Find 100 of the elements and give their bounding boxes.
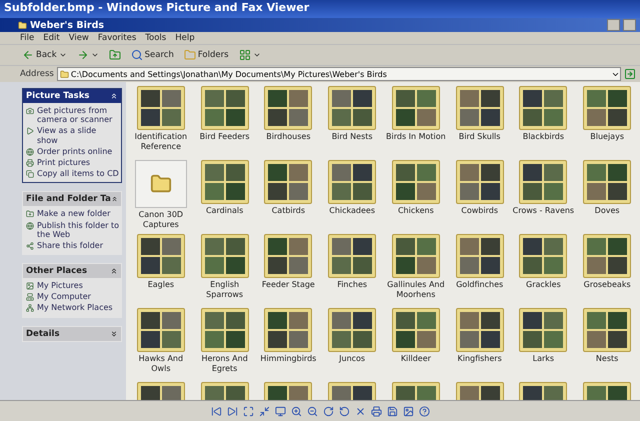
photo-placeholder (226, 312, 245, 329)
photo-placeholder (268, 183, 288, 200)
task-link[interactable]: Share this folder (26, 240, 119, 250)
folder-thumbnail[interactable] (328, 234, 376, 278)
task-link[interactable]: Publish this folder to the Web (26, 220, 119, 239)
folder-thumbnail[interactable] (264, 160, 312, 204)
folder-thumbnail[interactable] (392, 86, 440, 130)
next-icon[interactable] (226, 406, 238, 416)
folder-label: Hawks And Owls (138, 354, 184, 374)
task-link[interactable]: Get pictures from camera or scanner (26, 106, 119, 124)
task-link[interactable]: My Network Places (26, 303, 119, 313)
photo-placeholder (460, 109, 479, 126)
actual-size-icon[interactable] (258, 406, 270, 416)
go-button[interactable] (624, 68, 636, 80)
search-button[interactable]: Search (128, 46, 176, 64)
previous-icon[interactable] (210, 406, 222, 416)
photo-placeholder (544, 183, 564, 200)
photo-placeholder (587, 386, 606, 400)
folder-thumbnail[interactable] (456, 160, 504, 204)
folder-thumbnail[interactable] (200, 234, 249, 278)
task-link[interactable]: View as a slide show (26, 126, 119, 145)
folder-label: Chickadees (329, 206, 375, 216)
menu-item[interactable]: Edit (43, 33, 60, 43)
folders-button[interactable]: Folders (182, 46, 231, 64)
folder-thumbnail[interactable] (583, 86, 632, 130)
panel-header[interactable]: Picture Tasks (23, 89, 121, 103)
folder-thumbnail[interactable] (328, 308, 376, 352)
photo-placeholder (204, 109, 224, 126)
delete-icon[interactable] (354, 406, 366, 416)
menu-item[interactable]: Favorites (98, 33, 136, 43)
maximize-button[interactable] (623, 19, 636, 31)
folder-thumbnail[interactable] (200, 308, 249, 352)
photo-placeholder (204, 90, 224, 107)
menu-item[interactable]: View (68, 33, 89, 43)
folder-thumbnail[interactable] (328, 160, 376, 204)
folder-thumbnail[interactable] (200, 86, 249, 130)
photo-placeholder (480, 386, 500, 400)
folder-label: Cowbirds (461, 206, 498, 216)
folder-label: Finches (337, 280, 368, 290)
task-link[interactable]: Copy all items to CD (26, 169, 119, 178)
task-link[interactable]: Print pictures (26, 158, 119, 168)
photo-placeholder (587, 164, 606, 181)
image-icon[interactable] (402, 406, 414, 416)
folder-thumbnail[interactable] (456, 86, 504, 130)
address-field[interactable]: C:\Documents and Settings\Jonathan\My Documents\My Pictures\Weber's Birds (56, 67, 621, 81)
folder-label: Blackbirds (522, 132, 564, 142)
caret-icon (58, 51, 67, 59)
task-link[interactable]: My Computer (26, 292, 119, 302)
photo-placeholder (587, 257, 606, 274)
zoom-in-icon[interactable] (290, 406, 302, 416)
folder-thumbnail[interactable] (519, 234, 568, 278)
photo-placeholder (226, 90, 245, 107)
minimize-button[interactable] (607, 19, 620, 31)
folder-thumbnail[interactable] (136, 86, 185, 130)
folder-thumbnail[interactable] (456, 308, 504, 352)
photo-placeholder (523, 386, 542, 400)
print-icon[interactable] (370, 406, 382, 416)
task-link[interactable]: Make a new folder (26, 209, 119, 218)
panel-header[interactable]: Other Places (23, 264, 121, 278)
panel-header[interactable]: Details (23, 326, 121, 341)
folder-thumbnail[interactable] (392, 308, 440, 352)
collapse-icon (110, 92, 118, 100)
rotate-clockwise-icon[interactable] (322, 406, 334, 416)
rotate-counterclockwise-icon[interactable] (338, 406, 350, 416)
panel-header[interactable]: File and Folder Ta (23, 192, 121, 206)
photo-placeholder (353, 331, 372, 348)
menu-item[interactable]: File (20, 33, 34, 43)
folder-thumbnail[interactable] (136, 308, 185, 352)
folder-thumbnail[interactable] (264, 308, 312, 352)
folder-thumbnail[interactable] (200, 160, 249, 204)
best-fit-icon[interactable] (242, 406, 254, 416)
image-icon (26, 282, 34, 290)
task-link[interactable]: My Pictures (26, 281, 119, 290)
folder-icon (18, 20, 27, 30)
folder-thumbnail[interactable] (519, 86, 568, 130)
photo-placeholder (332, 183, 352, 200)
copy-icon (26, 170, 34, 178)
caret-icon (90, 51, 99, 59)
folder-thumbnail[interactable] (264, 86, 312, 130)
folder-thumbnail[interactable] (264, 234, 312, 278)
task-link[interactable]: Order prints online (26, 146, 119, 156)
folder-thumbnail[interactable] (136, 234, 185, 278)
slideshow-icon[interactable] (274, 406, 286, 416)
save-icon[interactable] (386, 406, 398, 416)
folder-thumbnail[interactable] (519, 160, 568, 204)
folder-thumbnail[interactable] (583, 160, 632, 204)
folder-thumbnail[interactable] (583, 308, 632, 352)
folder-thumbnail[interactable] (392, 234, 440, 278)
menu-item[interactable]: Tools (145, 33, 166, 43)
back-button[interactable]: Back (20, 46, 69, 64)
folder-thumbnail[interactable] (519, 308, 568, 352)
folder-thumbnail[interactable] (392, 160, 440, 204)
menu-item[interactable]: Help (175, 33, 195, 43)
help-icon[interactable] (418, 406, 430, 416)
photo-placeholder (416, 312, 436, 329)
folder-thumbnail[interactable] (583, 234, 632, 278)
folder-thumbnail[interactable] (134, 160, 187, 208)
zoom-out-icon[interactable] (306, 406, 318, 416)
folder-thumbnail[interactable] (456, 234, 504, 278)
folder-thumbnail[interactable] (328, 86, 376, 130)
